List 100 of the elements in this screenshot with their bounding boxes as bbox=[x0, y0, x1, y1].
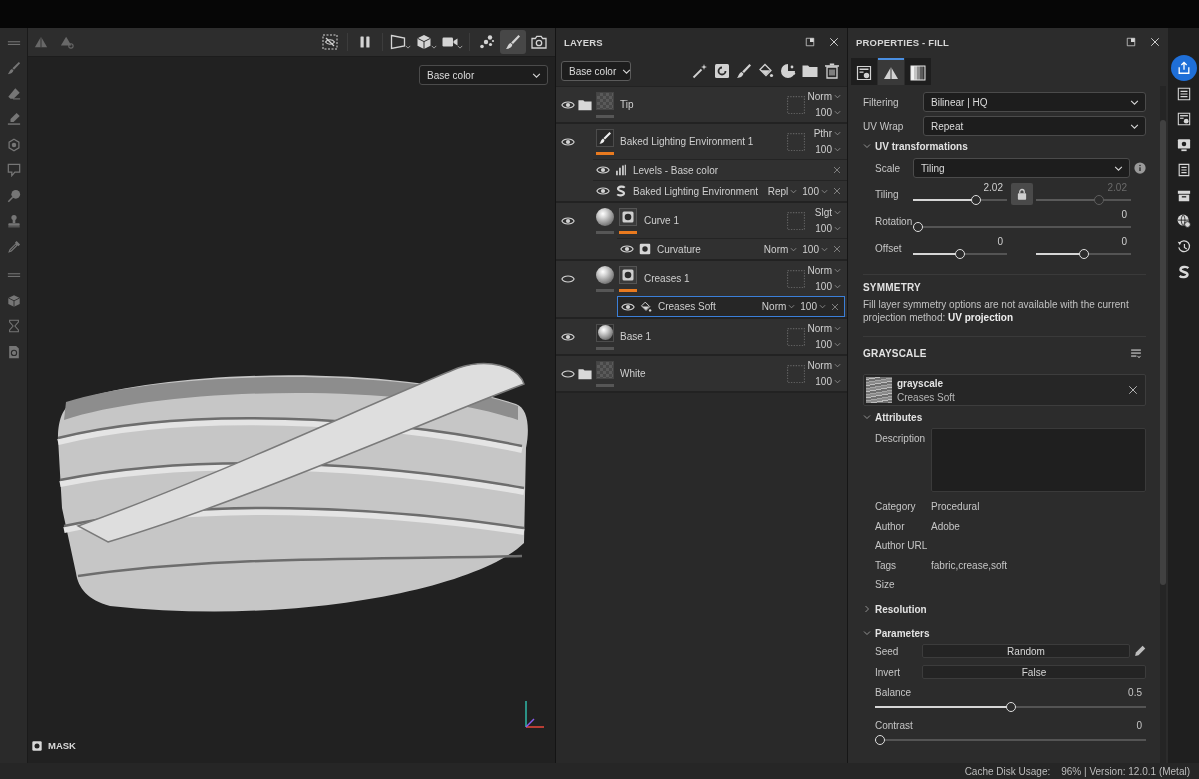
layer-row[interactable]: White Norm 100 bbox=[556, 356, 847, 393]
tab[interactable] bbox=[905, 58, 931, 85]
opacity-dropdown[interactable]: 100 bbox=[800, 301, 826, 312]
undock-icon[interactable] bbox=[805, 37, 815, 47]
opacity-dropdown[interactable]: 100 bbox=[815, 281, 841, 292]
pie-icon[interactable] bbox=[780, 63, 796, 79]
info-icon[interactable] bbox=[1134, 162, 1146, 174]
opacity-dropdown[interactable]: 100 bbox=[802, 243, 828, 255]
caret-icon bbox=[532, 70, 541, 80]
eye-icon[interactable] bbox=[596, 184, 610, 198]
blend-mode-dropdown[interactable]: Norm bbox=[807, 265, 841, 276]
hidden-eye-icon[interactable] bbox=[322, 34, 338, 50]
pin-icon[interactable] bbox=[6, 188, 21, 203]
opacity-dropdown[interactable]: 100 bbox=[815, 107, 841, 118]
history-icon[interactable] bbox=[1176, 239, 1191, 254]
field-label: Tags bbox=[875, 559, 898, 571]
layer-row[interactable]: Tip Norm 100 bbox=[556, 87, 847, 124]
slider-track[interactable] bbox=[875, 701, 1146, 713]
pencil-icon[interactable] bbox=[1134, 645, 1146, 657]
tab[interactable] bbox=[851, 58, 877, 85]
globe-icon[interactable] bbox=[1176, 214, 1191, 229]
scrollbar[interactable] bbox=[1160, 86, 1166, 763]
trapezoid-icon[interactable] bbox=[389, 34, 406, 50]
status-value: 96% | Version: 12.0.1 (Metal) bbox=[1061, 765, 1190, 777]
layer-row[interactable]: Baked Lighting Environment 1 Pthr 100 Levels - Base color Baked Lighting Environment Repl 100 bbox=[556, 124, 847, 203]
slider-track[interactable] bbox=[913, 194, 1007, 206]
brush-icon[interactable] bbox=[736, 63, 752, 79]
monitor-icon[interactable] bbox=[1176, 137, 1191, 152]
slider-track[interactable] bbox=[913, 248, 1007, 260]
effect-row[interactable]: Creases Soft Norm 100 bbox=[617, 296, 845, 317]
hourglass-icon[interactable] bbox=[6, 319, 21, 334]
tool-button[interactable] bbox=[500, 30, 526, 54]
channel-dropdown[interactable]: Base color bbox=[419, 65, 548, 85]
s-logo-icon[interactable] bbox=[1176, 265, 1191, 280]
dropdown-field[interactable]: Tiling bbox=[913, 158, 1130, 178]
blend-mode-dropdown[interactable]: Slgt bbox=[814, 207, 841, 218]
blend-mode-dropdown[interactable]: Norm bbox=[761, 301, 796, 312]
square-dot-icon bbox=[639, 243, 651, 255]
opacity-dropdown[interactable]: 100 bbox=[815, 339, 841, 350]
magic-wand-icon[interactable] bbox=[692, 63, 708, 79]
value-button[interactable]: False bbox=[922, 665, 1146, 679]
section-header[interactable]: Parameters bbox=[863, 627, 930, 639]
opacity-dropdown[interactable]: 100 bbox=[815, 376, 841, 387]
close-icon[interactable] bbox=[1150, 37, 1160, 47]
eye-icon[interactable] bbox=[620, 242, 634, 256]
blend-mode-dropdown[interactable]: Norm bbox=[807, 91, 841, 102]
document-icon[interactable] bbox=[6, 344, 21, 359]
channel-dropdown[interactable]: Base color bbox=[561, 61, 631, 81]
blend-mode-dropdown[interactable]: Norm bbox=[807, 323, 841, 334]
list-menu-icon[interactable] bbox=[1130, 348, 1142, 360]
panel-button[interactable] bbox=[1170, 55, 1197, 81]
camera-icon[interactable] bbox=[531, 34, 547, 50]
scrollbar-thumb[interactable] bbox=[1160, 120, 1166, 585]
pyramid-icon[interactable] bbox=[34, 35, 48, 49]
opacity-dropdown[interactable]: 100 bbox=[815, 144, 841, 155]
value-button[interactable]: Random bbox=[922, 644, 1130, 658]
dropdown-field[interactable]: Repeat bbox=[923, 116, 1146, 136]
effect-name: Creases Soft bbox=[658, 301, 717, 312]
square-ring-icon[interactable] bbox=[714, 63, 730, 79]
folder-icon[interactable] bbox=[802, 63, 818, 79]
close-icon[interactable] bbox=[829, 37, 839, 47]
section-header[interactable]: Resolution bbox=[863, 603, 927, 615]
blend-mode-dropdown[interactable]: Repl bbox=[767, 185, 798, 197]
eyedropper-icon[interactable] bbox=[6, 239, 21, 254]
undock-icon[interactable] bbox=[1126, 37, 1136, 47]
opacity-dropdown[interactable]: 100 bbox=[802, 185, 828, 197]
particles-icon[interactable] bbox=[479, 34, 495, 50]
eraser-icon[interactable] bbox=[6, 86, 21, 101]
section-header[interactable]: Attributes bbox=[863, 411, 923, 423]
blend-mode-dropdown[interactable]: Pthr bbox=[813, 128, 841, 139]
chevron-down-icon bbox=[863, 413, 871, 421]
close-icon[interactable] bbox=[831, 302, 839, 311]
lock-button[interactable] bbox=[1011, 183, 1033, 205]
hexagon-icon[interactable] bbox=[6, 137, 21, 152]
resource-card[interactable]: grayscale Creases Soft bbox=[863, 374, 1146, 406]
blend-mode-dropdown[interactable]: Norm bbox=[807, 360, 841, 371]
bucket-icon[interactable] bbox=[758, 63, 774, 79]
trash-icon[interactable] bbox=[824, 63, 840, 79]
triangle-ring-icon[interactable] bbox=[60, 35, 74, 49]
layer-row[interactable]: Curve 1 Slgt 100 Curvature Norm 100 bbox=[556, 203, 847, 261]
slider-track[interactable] bbox=[875, 734, 1146, 746]
tray-icon[interactable] bbox=[1176, 188, 1191, 203]
opacity-dropdown[interactable]: 100 bbox=[815, 223, 841, 234]
dropdown-field[interactable]: Bilinear | HQ bbox=[923, 92, 1146, 112]
eye-icon[interactable] bbox=[596, 163, 610, 177]
list-icon[interactable] bbox=[1176, 86, 1191, 101]
pen-icon[interactable] bbox=[6, 112, 21, 127]
slider-track[interactable] bbox=[913, 221, 1131, 233]
description-field[interactable] bbox=[931, 428, 1146, 492]
cube-icon[interactable] bbox=[415, 34, 432, 50]
notepad-icon[interactable] bbox=[1176, 163, 1191, 178]
layer-row[interactable]: Base 1 Norm 100 bbox=[556, 319, 847, 356]
stamp-icon[interactable] bbox=[6, 214, 21, 229]
slider-track[interactable] bbox=[1036, 194, 1131, 206]
section-header[interactable]: UV transformations bbox=[863, 140, 968, 152]
close-icon[interactable] bbox=[1128, 385, 1138, 395]
blend-mode-dropdown[interactable]: Norm bbox=[763, 243, 798, 255]
layer-row[interactable]: Creases 1 Norm 100 Creases Soft Norm 100 bbox=[556, 261, 847, 319]
slider-track[interactable] bbox=[1036, 248, 1131, 260]
tab[interactable] bbox=[878, 58, 904, 85]
